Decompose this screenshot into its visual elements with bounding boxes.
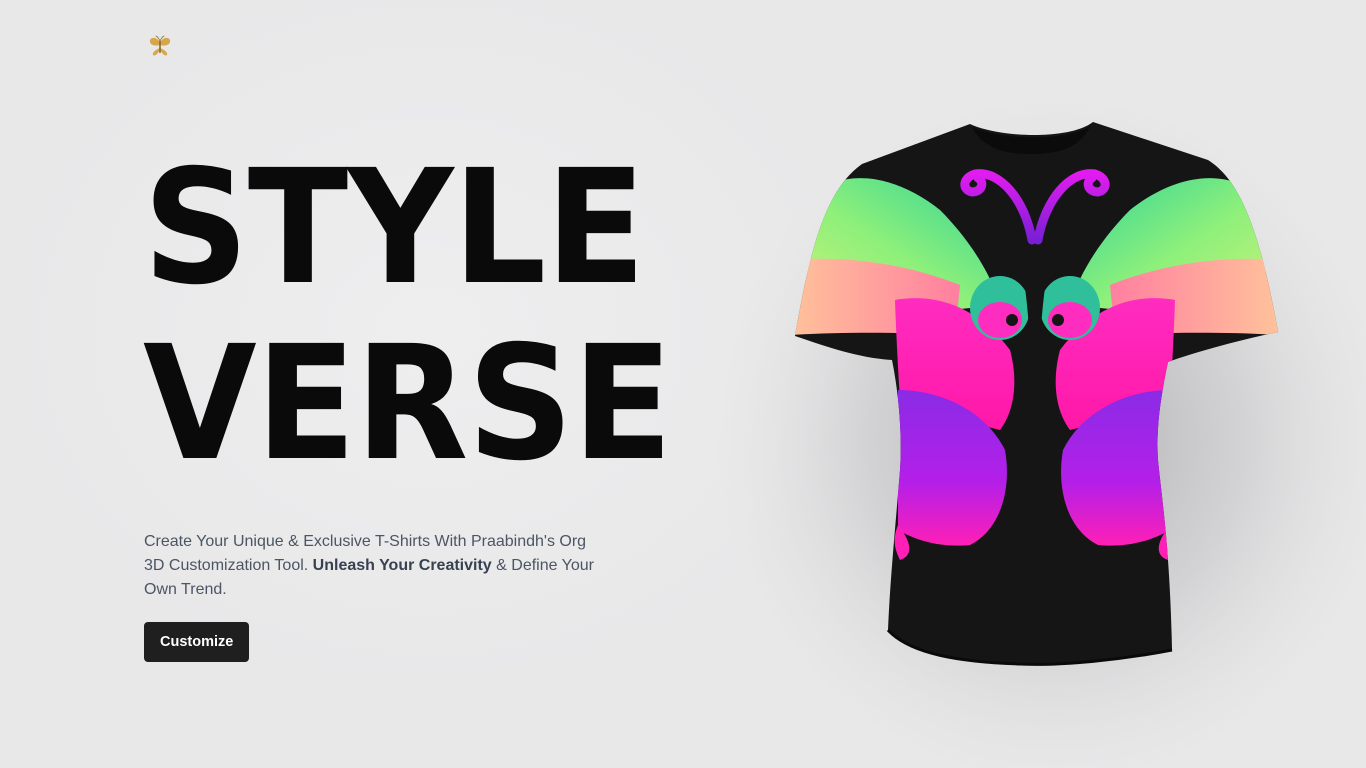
hero-description-highlight: Unleash Your Creativity bbox=[312, 557, 492, 574]
butterfly-eye-right bbox=[1052, 314, 1064, 326]
hero-title-line-1: STYLE bbox=[143, 136, 646, 320]
butterfly-logo-icon[interactable] bbox=[147, 33, 173, 61]
hero-title: STYLE VERSE bbox=[143, 140, 712, 492]
hero-description: Create Your Unique & Exclusive T-Shirts … bbox=[144, 530, 594, 602]
customize-button[interactable]: Customize bbox=[144, 622, 250, 662]
tshirt-3d-preview[interactable] bbox=[700, 70, 1366, 768]
hero-title-line-2: VERSE bbox=[143, 312, 673, 496]
butterfly-eye-left bbox=[1006, 314, 1018, 326]
